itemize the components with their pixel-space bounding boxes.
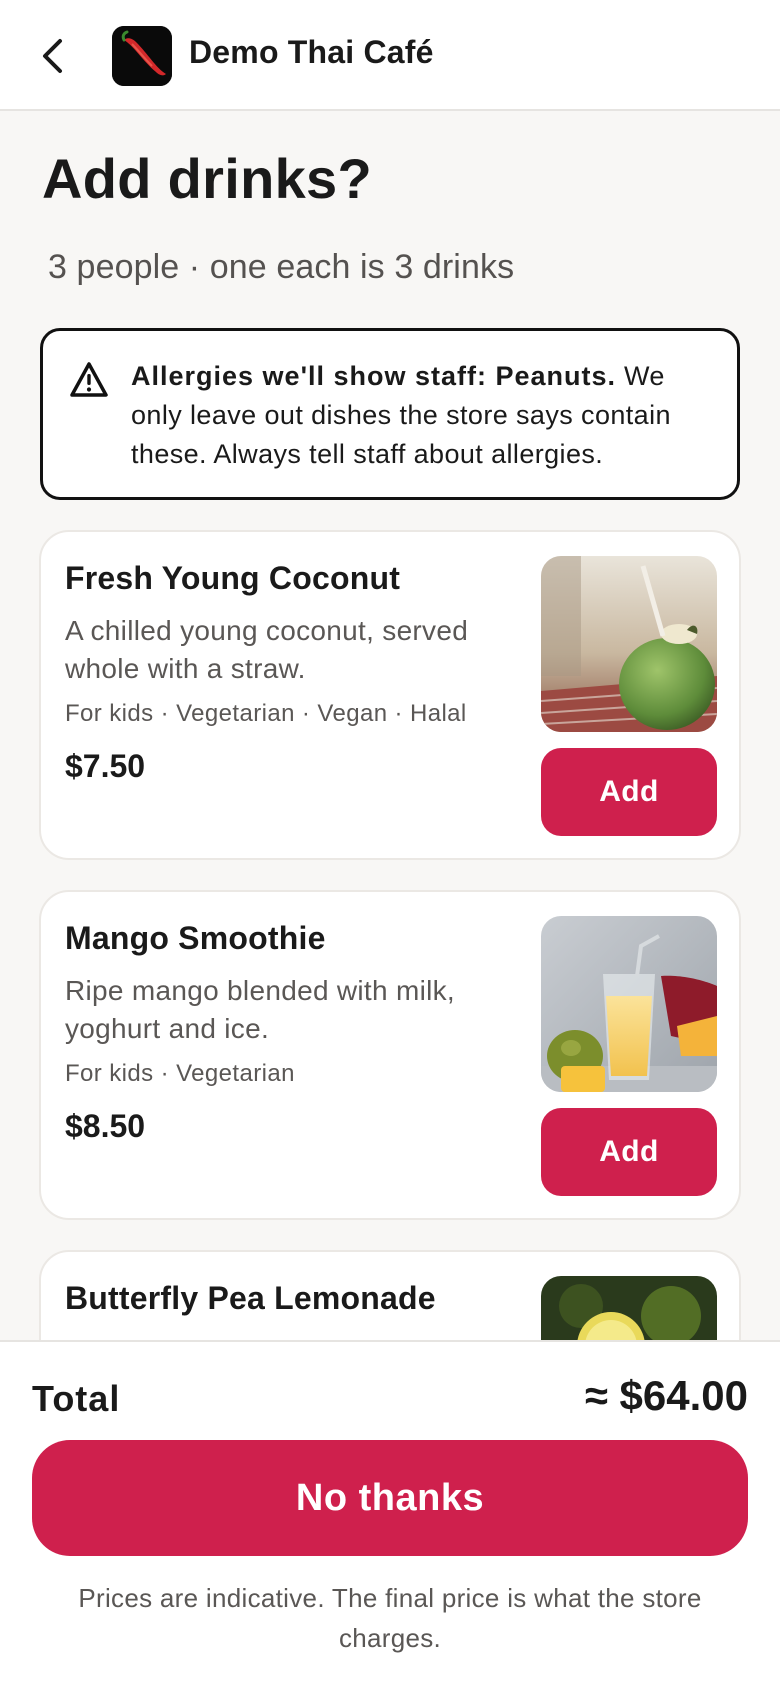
- mango-smoothie-image: [541, 916, 717, 1092]
- page-subtitle: 3 people · one each is 3 drinks: [48, 248, 515, 286]
- drink-name: Butterfly Pea Lemonade: [65, 1280, 436, 1316]
- coconut-image: [541, 556, 717, 732]
- app-header: Demo Thai Café: [0, 0, 780, 111]
- drink-price: $8.50: [65, 1108, 146, 1144]
- allergy-heading: Allergies we'll show staff: Peanuts.: [131, 361, 617, 391]
- drink-card-mango-smoothie: Mango Smoothie Ripe mango blended with m…: [39, 890, 741, 1220]
- total-value: ≈ $64.00: [584, 1372, 748, 1419]
- no-thanks-button[interactable]: No thanks: [32, 1440, 748, 1556]
- page-title: Add drinks?: [42, 147, 372, 210]
- chevron-left-icon: [43, 39, 62, 73]
- store-logo: [112, 26, 172, 86]
- allergy-text: Allergies we'll show staff: Peanuts. We …: [131, 357, 721, 474]
- drink-description: A chilled young coconut, served whole wi…: [65, 615, 469, 684]
- order-footer: Total ≈ $64.00 No thanks Prices are indi…: [0, 1340, 780, 1688]
- drink-card-coconut: Fresh Young Coconut A chilled young coco…: [39, 530, 741, 860]
- add-button[interactable]: Add: [541, 748, 717, 836]
- drink-name: Mango Smoothie: [65, 920, 326, 956]
- drink-price: $7.50: [65, 748, 146, 784]
- store-name: Demo Thai Café: [189, 34, 434, 70]
- back-button[interactable]: [34, 30, 70, 82]
- drink-description: Ripe mango blended with milk, yoghurt an…: [65, 975, 456, 1044]
- total-label: Total: [32, 1378, 121, 1419]
- drink-name: Fresh Young Coconut: [65, 560, 401, 596]
- drink-tags: For kids · Vegetarian · Vegan · Halal: [65, 700, 467, 727]
- price-disclaimer: Prices are indicative. The final price i…: [78, 1583, 702, 1653]
- warning-icon: [70, 362, 108, 397]
- drink-tags: For kids · Vegetarian: [65, 1060, 295, 1087]
- allergy-notice: Allergies we'll show staff: Peanuts. We …: [40, 328, 740, 500]
- add-button[interactable]: Add: [541, 1108, 717, 1196]
